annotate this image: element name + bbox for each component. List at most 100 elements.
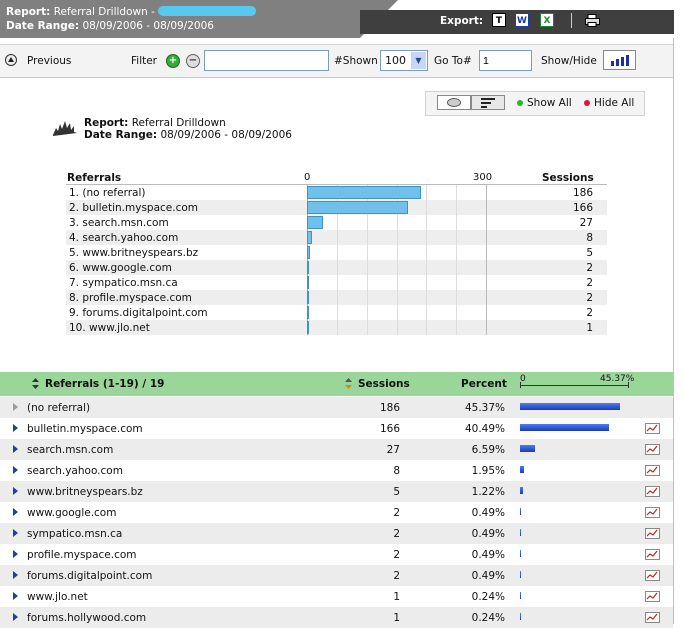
referral-name[interactable]: bulletin.myspace.com [27,423,143,435]
chevron-down-icon: ▼ [411,52,426,69]
redacted-site-name [157,6,256,16]
expand-arrow-icon[interactable] [13,529,18,537]
sessions-value: 166 [379,423,400,435]
chart-value-label: 27 [579,217,593,229]
report-title-panel: Report: Referral Drilldown - Date Range:… [0,0,360,38]
grid-sessions-header[interactable]: Sessions [358,378,410,390]
text-export-icon[interactable]: T [492,13,506,27]
pie-view-button[interactable] [437,95,471,110]
trend-chart-icon[interactable] [645,549,660,560]
percent-value: 0.49% [471,570,505,582]
chart-bar[interactable] [307,291,309,304]
referral-name[interactable]: search.yahoo.com [27,465,123,477]
print-icon[interactable] [585,14,600,27]
chart-date-value: 08/09/2006 - 08/09/2006 [160,129,292,141]
referral-name[interactable]: www.britneyspears.bz [27,486,143,498]
trend-chart-icon[interactable] [645,528,660,539]
table-row[interactable]: www.google.com 2 0.49% [0,502,673,523]
grid-scale-axis [520,385,629,386]
grid-percent-header[interactable]: Percent [461,378,507,390]
remove-filter-icon[interactable]: − [186,54,200,68]
referral-name[interactable]: forums.hollywood.com [27,612,146,624]
chart-bar[interactable] [307,246,311,259]
toolbar: Previous Filter + − #Shown 100 ▼ Go To# … [0,44,674,78]
chart-bar[interactable] [307,276,309,289]
chart-category-label: 6. www.google.com [69,262,172,274]
trend-chart-icon[interactable] [645,465,660,476]
trend-chart-icon[interactable] [645,444,660,455]
table-row[interactable]: www.jlo.net 1 0.24% [0,586,673,607]
table-row[interactable]: www.britneyspears.bz 5 1.22% [0,481,673,502]
referral-name[interactable]: www.jlo.net [27,591,88,603]
percent-bar [520,613,521,620]
table-row[interactable]: search.msn.com 27 6.59% [0,439,673,460]
referral-name[interactable]: sympatico.msn.ca [27,528,122,540]
chart-bar[interactable] [307,231,312,244]
shown-label: #Shown [334,55,378,67]
expand-arrow-icon[interactable] [13,424,18,432]
word-export-icon[interactable]: W [515,13,529,27]
chart-bar[interactable] [307,201,409,214]
table-row[interactable]: search.yahoo.com 8 1.95% [0,460,673,481]
referral-name[interactable]: www.google.com [27,507,116,519]
percent-value: 0.24% [471,612,505,624]
previous-icon[interactable] [5,54,17,66]
expand-arrow-icon[interactable] [13,487,18,495]
referral-name[interactable]: forums.digitalpoint.com [27,570,152,582]
previous-button[interactable]: Previous [27,55,71,67]
table-row[interactable]: sympatico.msn.ca 2 0.49% [0,523,673,544]
referral-name[interactable]: profile.myspace.com [27,549,137,561]
trend-chart-icon[interactable] [645,423,660,434]
filter-input[interactable] [204,50,329,71]
percent-bar [520,592,521,599]
trend-chart-icon[interactable] [645,507,660,518]
chart-bar[interactable] [307,216,324,229]
sort-sessions-icon[interactable] [345,378,352,389]
chart-bar[interactable] [307,321,309,334]
sort-referrals-icon[interactable] [32,378,39,389]
expand-arrow-icon[interactable] [13,550,18,558]
date-range-label: Date Range: [6,20,80,32]
chart-gridline [426,185,428,335]
chart-category-label: 3. search.msn.com [69,217,169,229]
table-row[interactable]: profile.myspace.com 2 0.49% [0,544,673,565]
trend-chart-icon[interactable] [645,570,660,581]
report-header: Report: Referral Drilldown - Date Range:… [0,0,684,38]
referral-name[interactable]: search.msn.com [27,444,113,456]
goto-input[interactable] [479,50,532,71]
showhide-button[interactable] [603,50,636,70]
referral-name[interactable]: (no referral) [27,402,90,414]
add-filter-icon[interactable]: + [166,54,180,68]
expand-arrow-icon[interactable] [13,466,18,474]
chart-bar[interactable] [307,306,309,319]
expand-arrow-icon[interactable] [13,571,18,579]
shown-select[interactable]: 100 ▼ [380,50,428,71]
expand-arrow-icon[interactable] [13,445,18,453]
chart-report-label: Report: [84,117,129,129]
grid-header: Referrals (1-19) / 19 Sessions Percent 0… [0,372,673,396]
show-all-button[interactable]: Show All [527,97,572,109]
table-row[interactable]: (no referral) 186 45.37% [0,397,673,418]
hide-all-button[interactable]: Hide All [594,97,634,109]
grid-referrals-header[interactable]: Referrals (1-19) / 19 [45,378,164,390]
trend-chart-icon[interactable] [645,612,660,623]
chart-value-label: 1 [586,322,593,334]
trend-chart-icon[interactable] [645,486,660,497]
chart-bar[interactable] [307,186,421,199]
trend-chart-icon[interactable] [645,591,660,602]
sessions-value: 8 [393,465,400,477]
table-row[interactable]: forums.digitalpoint.com 2 0.49% [0,565,673,586]
bar-view-button[interactable] [471,95,505,110]
chart-bar[interactable] [307,261,309,274]
expand-arrow-icon[interactable] [13,508,18,516]
expand-arrow-icon[interactable] [13,592,18,600]
excel-export-icon[interactable]: X [540,13,554,27]
percent-bar [520,424,610,431]
table-row[interactable]: forums.hollywood.com 1 0.24% [0,607,673,628]
expand-arrow-icon[interactable] [13,613,18,621]
chart-value-label: 8 [586,232,593,244]
table-row[interactable]: bulletin.myspace.com 166 40.49% [0,418,673,439]
report-name: Referral Drilldown - [53,6,155,18]
chart-plot-area [307,185,486,335]
percent-value: 0.49% [471,507,505,519]
